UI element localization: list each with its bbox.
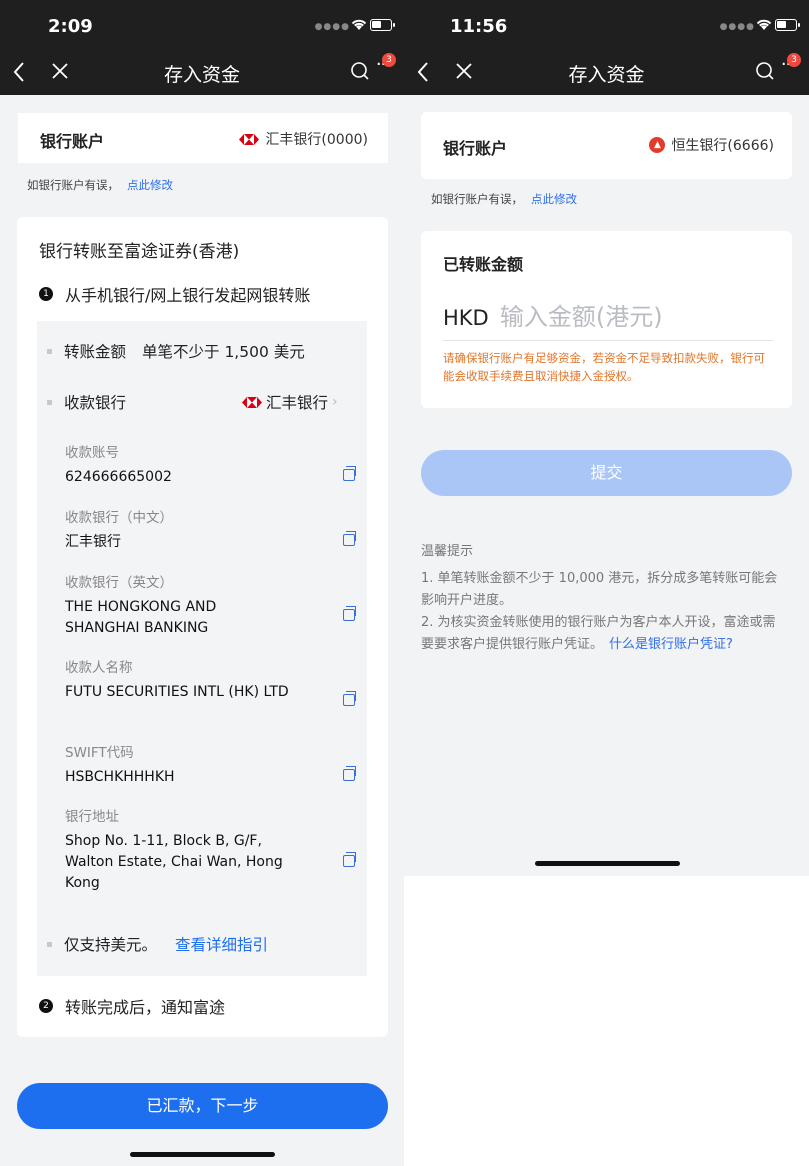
chevron-right-icon: ›	[332, 394, 338, 410]
step-1-number: 1	[39, 287, 53, 301]
bank-hint: 如银行账户有误， 点此修改	[431, 192, 577, 206]
amount-card: 已转账金额 HKD 输入金额(港元) 请确保银行账户有足够资金，若资金不足导致扣…	[421, 231, 792, 408]
signal-icon: ●●●●	[314, 22, 350, 32]
balance-warning: 请确保银行账户有足够资金，若资金不足导致扣款失败，银行可能会收取手续费且取消快捷…	[443, 351, 765, 383]
field-payee-name: 收款人名称 FUTU SECURITIES INTL (HK) LTD	[65, 656, 356, 706]
page-title: 存入资金	[568, 64, 645, 86]
search-icon[interactable]	[350, 61, 370, 81]
amount-value: 单笔不少于 1,500 美元	[142, 343, 305, 361]
signal-icon: ●●●●	[719, 22, 755, 32]
copy-icon[interactable]	[343, 766, 356, 781]
field-bank-en: 收款银行（英文） THE HONGKONG AND SHANGHAI BANKI…	[65, 571, 356, 639]
recv-bank-row[interactable]: 收款银行 汇丰银行 ›	[47, 391, 357, 413]
section-title: 银行转账至富途证券(香港)	[39, 242, 240, 262]
blank-area	[404, 876, 809, 1166]
step-1-text: 从手机银行/网上银行发起网银转账	[65, 286, 311, 305]
recv-bank-label: 收款银行	[64, 394, 127, 412]
transfer-card: 银行转账至富途证券(香港) 1 从手机银行/网上银行发起网银转账 转账金额 单笔…	[17, 217, 388, 1037]
bank-account-row[interactable]: 银行账户 ▲ 恒生银行(6666)	[421, 112, 792, 179]
amount-label: 转账金额	[64, 343, 127, 361]
copy-icon[interactable]	[343, 606, 356, 621]
field-bank-cn: 收款银行（中文） 汇丰银行	[65, 506, 356, 553]
home-indicator	[535, 861, 680, 866]
battery-icon	[775, 19, 800, 31]
hsbc-logo-icon	[239, 133, 260, 145]
home-indicator	[130, 1152, 275, 1157]
bank-account-value: 恒生银行(6666)	[671, 138, 774, 154]
bank-account-row[interactable]: 银行账户 汇丰银行(0000)	[18, 113, 388, 163]
bank-account-label: 银行账户	[443, 139, 508, 158]
phone-left: 2:09 ●●●● 存入资金 ··· 3 银行账户 汇丰银行(0000) 如银行…	[0, 0, 404, 1166]
status-time: 11:56	[450, 16, 508, 37]
phone-right: 11:56 ●●●● 存入资金 ··· 3 银行账户 ▲ 恒生银行(6666) …	[404, 0, 809, 876]
amount-input[interactable]: HKD 输入金额(港元)	[443, 297, 773, 341]
usd-only-row: 仅支持美元。 查看详细指引	[47, 933, 268, 955]
hang-seng-logo-icon: ▲	[649, 137, 666, 153]
status-bar: 11:56 ●●●●	[404, 0, 809, 50]
tip-1: 1. 单笔转账金额不少于 10,000 港元，拆分成多笔转账可能会影响开户进度。	[421, 571, 778, 608]
bank-account-value: 汇丰银行(0000)	[265, 132, 368, 148]
search-icon[interactable]	[755, 61, 775, 81]
step-2-text: 转账完成后，通知富途	[65, 998, 226, 1017]
battery-icon	[370, 19, 395, 31]
copy-icon[interactable]	[343, 531, 356, 546]
edit-bank-link[interactable]: 点此修改	[531, 192, 577, 206]
field-bank-address: 银行地址 Shop No. 1-11, Block B, G/F, Walton…	[65, 805, 356, 894]
notification-badge: 3	[382, 53, 396, 67]
bank-hint: 如银行账户有误， 点此修改	[27, 178, 173, 192]
copy-icon[interactable]	[343, 691, 356, 706]
amount-title: 已转账金额	[443, 255, 524, 274]
field-swift: SWIFT代码 HSBCHKHHHKH	[65, 741, 356, 788]
transfer-details-box: 转账金额 单笔不少于 1,500 美元 收款银行 汇丰银行 › 收款账号 624…	[37, 321, 367, 976]
amount-row: 转账金额 单笔不少于 1,500 美元	[47, 340, 305, 362]
edit-bank-link[interactable]: 点此修改	[127, 178, 173, 192]
bank-account-label: 银行账户	[40, 132, 105, 151]
recv-bank-value: 汇丰银行	[266, 394, 329, 412]
currency-label: HKD	[443, 306, 489, 330]
notification-badge: 3	[787, 53, 801, 67]
submit-button[interactable]: 提交	[421, 450, 792, 496]
wifi-icon	[756, 19, 772, 30]
nav-bar: 存入资金 ··· 3	[0, 50, 404, 95]
field-account-number: 收款账号 624666665002	[65, 441, 356, 488]
remitted-next-button[interactable]: 已汇款，下一步	[17, 1083, 388, 1129]
step-2: 2 转账完成后，通知富途	[39, 994, 225, 1018]
tips-title: 温馨提示	[421, 544, 474, 559]
copy-icon[interactable]	[343, 466, 356, 481]
wifi-icon	[351, 19, 367, 30]
bank-proof-link[interactable]: 什么是银行账户凭证?	[609, 637, 733, 652]
status-bar: 2:09 ●●●●	[0, 0, 404, 50]
hsbc-logo-icon	[242, 396, 262, 408]
copy-icon[interactable]	[343, 852, 356, 867]
page-title: 存入资金	[163, 64, 240, 86]
step-2-number: 2	[39, 999, 53, 1013]
step-1: 1 从手机银行/网上银行发起网银转账	[39, 282, 310, 306]
tip-2: 2. 为核实资金转账使用的银行账户为客户本人开设，富途或需要要求客户提供银行账户…	[421, 615, 776, 652]
status-time: 2:09	[48, 16, 93, 37]
amount-placeholder: 输入金额(港元)	[499, 303, 663, 331]
view-guide-link[interactable]: 查看详细指引	[175, 933, 268, 955]
nav-bar: 存入资金 ··· 3	[404, 50, 809, 95]
usd-only-text: 仅支持美元。	[64, 936, 158, 954]
